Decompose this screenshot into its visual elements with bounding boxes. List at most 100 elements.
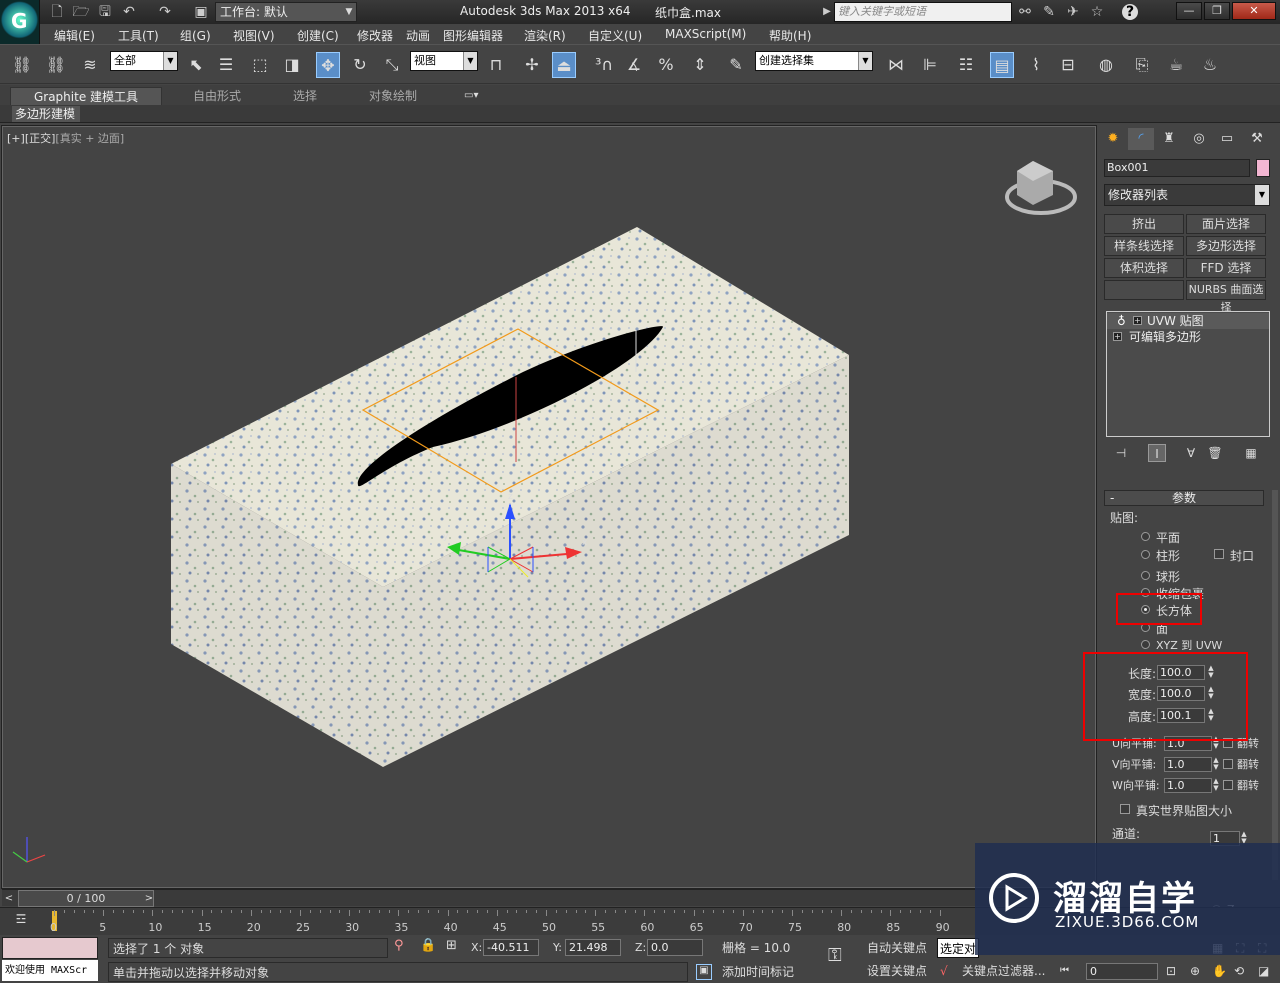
tab-freeform[interactable]: 自由形式 — [193, 87, 241, 105]
orbit-icon[interactable]: ⟲ — [1234, 961, 1244, 981]
menu-edit[interactable]: 编辑(E) — [54, 27, 95, 44]
unlink-icon[interactable]: ⛓ — [44, 52, 68, 78]
material-editor-icon[interactable]: ◍ — [1094, 52, 1118, 78]
spinner-snap-icon[interactable]: ⇕ — [688, 52, 712, 78]
motion-tab-icon[interactable]: ◎ — [1186, 128, 1212, 150]
graphite-toggle-icon[interactable]: ▤ — [990, 52, 1014, 78]
object-color-swatch[interactable] — [1256, 159, 1270, 177]
selected-dropdown[interactable]: 选定对 — [937, 938, 980, 958]
spinner-icon[interactable]: ▲ ▼ — [1212, 757, 1220, 772]
render-teapot-icon[interactable]: ♨ — [1198, 52, 1222, 78]
prev-frame-icon[interactable]: < — [2, 890, 16, 907]
new-file-icon[interactable]: 🗋 — [48, 3, 66, 21]
select-move-icon[interactable]: ✥ — [316, 52, 340, 78]
keyboard-shortcut-icon[interactable]: ⏏ — [552, 52, 576, 78]
maxscript-listener[interactable]: 欢迎使用 MAXScr — [2, 960, 98, 981]
absolute-mode-icon[interactable]: ⊞ — [446, 938, 457, 953]
menu-tools[interactable]: 工具(T) — [118, 27, 159, 44]
selection-filter-dropdown[interactable]: 全部 ▼ — [110, 51, 178, 71]
binoculars-icon[interactable]: ⚯ — [1016, 3, 1034, 21]
radio-planar[interactable] — [1141, 532, 1150, 541]
remove-modifier-icon[interactable]: 🗑 — [1206, 444, 1224, 462]
utilities-tab-icon[interactable]: ⚒ — [1244, 128, 1270, 150]
spinner-icon[interactable]: ▲ ▼ — [1212, 778, 1220, 793]
communication-icon[interactable]: ✈ — [1064, 3, 1082, 21]
make-unique-icon[interactable]: ∀ — [1182, 444, 1200, 462]
time-slider-thumb[interactable]: 0 / 100 — [18, 890, 154, 907]
app-logo[interactable]: G — [0, 0, 40, 44]
pivot-center-icon[interactable]: ⊓ — [484, 52, 508, 78]
modifier-patch-select-button[interactable]: 面片选择 — [1186, 214, 1266, 234]
menu-rendering[interactable]: 渲染(R) — [524, 27, 566, 44]
angle-snap-icon[interactable]: ∡ — [622, 52, 646, 78]
display-tab-icon[interactable]: ▭ — [1214, 128, 1240, 150]
configure-sets-icon[interactable]: ▦ — [1242, 444, 1260, 462]
menu-views[interactable]: 视图(V) — [233, 27, 275, 44]
zoom-region-icon[interactable]: ⊕ — [1190, 961, 1200, 981]
menu-modifiers[interactable]: 修改器 — [357, 27, 393, 44]
modifier-nurbs-select-button[interactable]: NURBS 曲面选择 — [1186, 280, 1266, 314]
maximize-button[interactable]: ❐ — [1204, 2, 1230, 20]
menu-help[interactable]: 帮助(H) — [769, 27, 811, 44]
isolate-icon[interactable]: ⚲ — [394, 938, 404, 953]
radio-xyz-to-uvw[interactable] — [1141, 640, 1150, 649]
y-coord-field[interactable]: 21.498 — [565, 939, 621, 956]
key-filters-button[interactable]: 关键点过滤器... — [962, 961, 1045, 981]
w-flip-checkbox[interactable] — [1223, 780, 1233, 790]
schematic-view-icon[interactable]: ⊟ — [1056, 52, 1080, 78]
lock-icon[interactable]: 🔒 — [420, 938, 436, 953]
polygon-modeling-panel[interactable]: 多边形建模 — [12, 106, 80, 122]
go-to-start-icon[interactable]: ⏮ — [1060, 961, 1069, 981]
radio-spherical[interactable] — [1141, 571, 1150, 580]
menu-maxscript[interactable]: MAXScript(M) — [665, 27, 746, 41]
expand-icon[interactable]: + — [1133, 316, 1142, 325]
layer-manager-icon[interactable]: ☷ — [954, 52, 978, 78]
maximize-viewport-icon[interactable]: ◪ — [1258, 961, 1269, 981]
ribbon-options-icon[interactable]: ▭▾ — [464, 87, 478, 105]
set-key-button[interactable]: 设置关键点 — [867, 961, 927, 981]
modify-tab-icon[interactable]: ◜ — [1128, 128, 1154, 150]
window-crossing-icon[interactable]: ◨ — [280, 52, 304, 78]
select-object-icon[interactable]: ⬉ — [184, 52, 208, 78]
next-frame-icon[interactable]: > — [142, 890, 156, 907]
v-flip-checkbox[interactable] — [1223, 759, 1233, 769]
tab-object-paint[interactable]: 对象绘制 — [369, 87, 417, 105]
cap-checkbox[interactable] — [1214, 549, 1224, 559]
named-selection-dropdown[interactable]: 创建选择集 ▼ — [755, 51, 873, 71]
close-button[interactable]: ✕ — [1232, 2, 1276, 20]
tab-graphite-modeling[interactable]: Graphite 建模工具 — [10, 87, 162, 105]
show-end-result-icon[interactable]: I — [1148, 444, 1166, 462]
pin-stack-icon[interactable]: ⊣ — [1112, 444, 1130, 462]
time-config-icon[interactable]: ⊡ — [1166, 961, 1176, 981]
menu-customize[interactable]: 自定义(U) — [588, 27, 642, 44]
stack-item-uvw-map[interactable]: ♁ + UVW 贴图 — [1107, 313, 1269, 329]
z-coord-field[interactable]: 0.0 — [647, 939, 703, 956]
percent-snap-icon[interactable]: % — [654, 52, 678, 78]
modifier-extrude-button[interactable]: 挤出 — [1104, 214, 1184, 234]
bind-space-warp-icon[interactable]: ≋ — [78, 52, 102, 78]
create-tab-icon[interactable]: ✹ — [1100, 128, 1126, 150]
w-tile-field[interactable]: 1.0 — [1164, 778, 1212, 793]
project-folder-icon[interactable]: ▣ — [192, 3, 210, 21]
mirror-icon[interactable]: ⋈ — [884, 52, 908, 78]
modifier-list-dropdown[interactable]: 修改器列表 ▼ — [1104, 184, 1270, 206]
select-scale-icon[interactable]: ⤡ — [380, 52, 404, 78]
modifier-ffd-select-button[interactable]: FFD 选择 — [1186, 258, 1266, 278]
tab-selection[interactable]: 选择 — [293, 87, 317, 105]
render-setup-icon[interactable]: ⎘ — [1130, 52, 1154, 78]
v-tile-field[interactable]: 1.0 — [1164, 757, 1212, 772]
menu-group[interactable]: 组(G) — [180, 27, 211, 44]
help-icon[interactable]: ? — [1122, 4, 1138, 20]
current-frame-field[interactable]: 0 — [1086, 963, 1158, 980]
save-file-icon[interactable]: 🖫 — [96, 3, 114, 21]
manipulate-icon[interactable]: ✢ — [520, 52, 544, 78]
reference-coord-dropdown[interactable]: 视图 ▼ — [410, 51, 478, 71]
pan-hand-icon[interactable]: ✋ — [1212, 961, 1227, 981]
search-input[interactable]: 键入关键字或短语 — [834, 2, 1012, 22]
time-slider[interactable]: < 0 / 100 > — [2, 889, 1096, 907]
rect-selection-icon[interactable]: ⬚ — [248, 52, 272, 78]
subscription-icon[interactable]: ✎ — [1040, 3, 1058, 21]
menu-graph-editors[interactable]: 图形编辑器 — [443, 27, 503, 44]
real-world-checkbox[interactable] — [1120, 804, 1130, 814]
hierarchy-tab-icon[interactable]: ♜ — [1156, 128, 1182, 150]
